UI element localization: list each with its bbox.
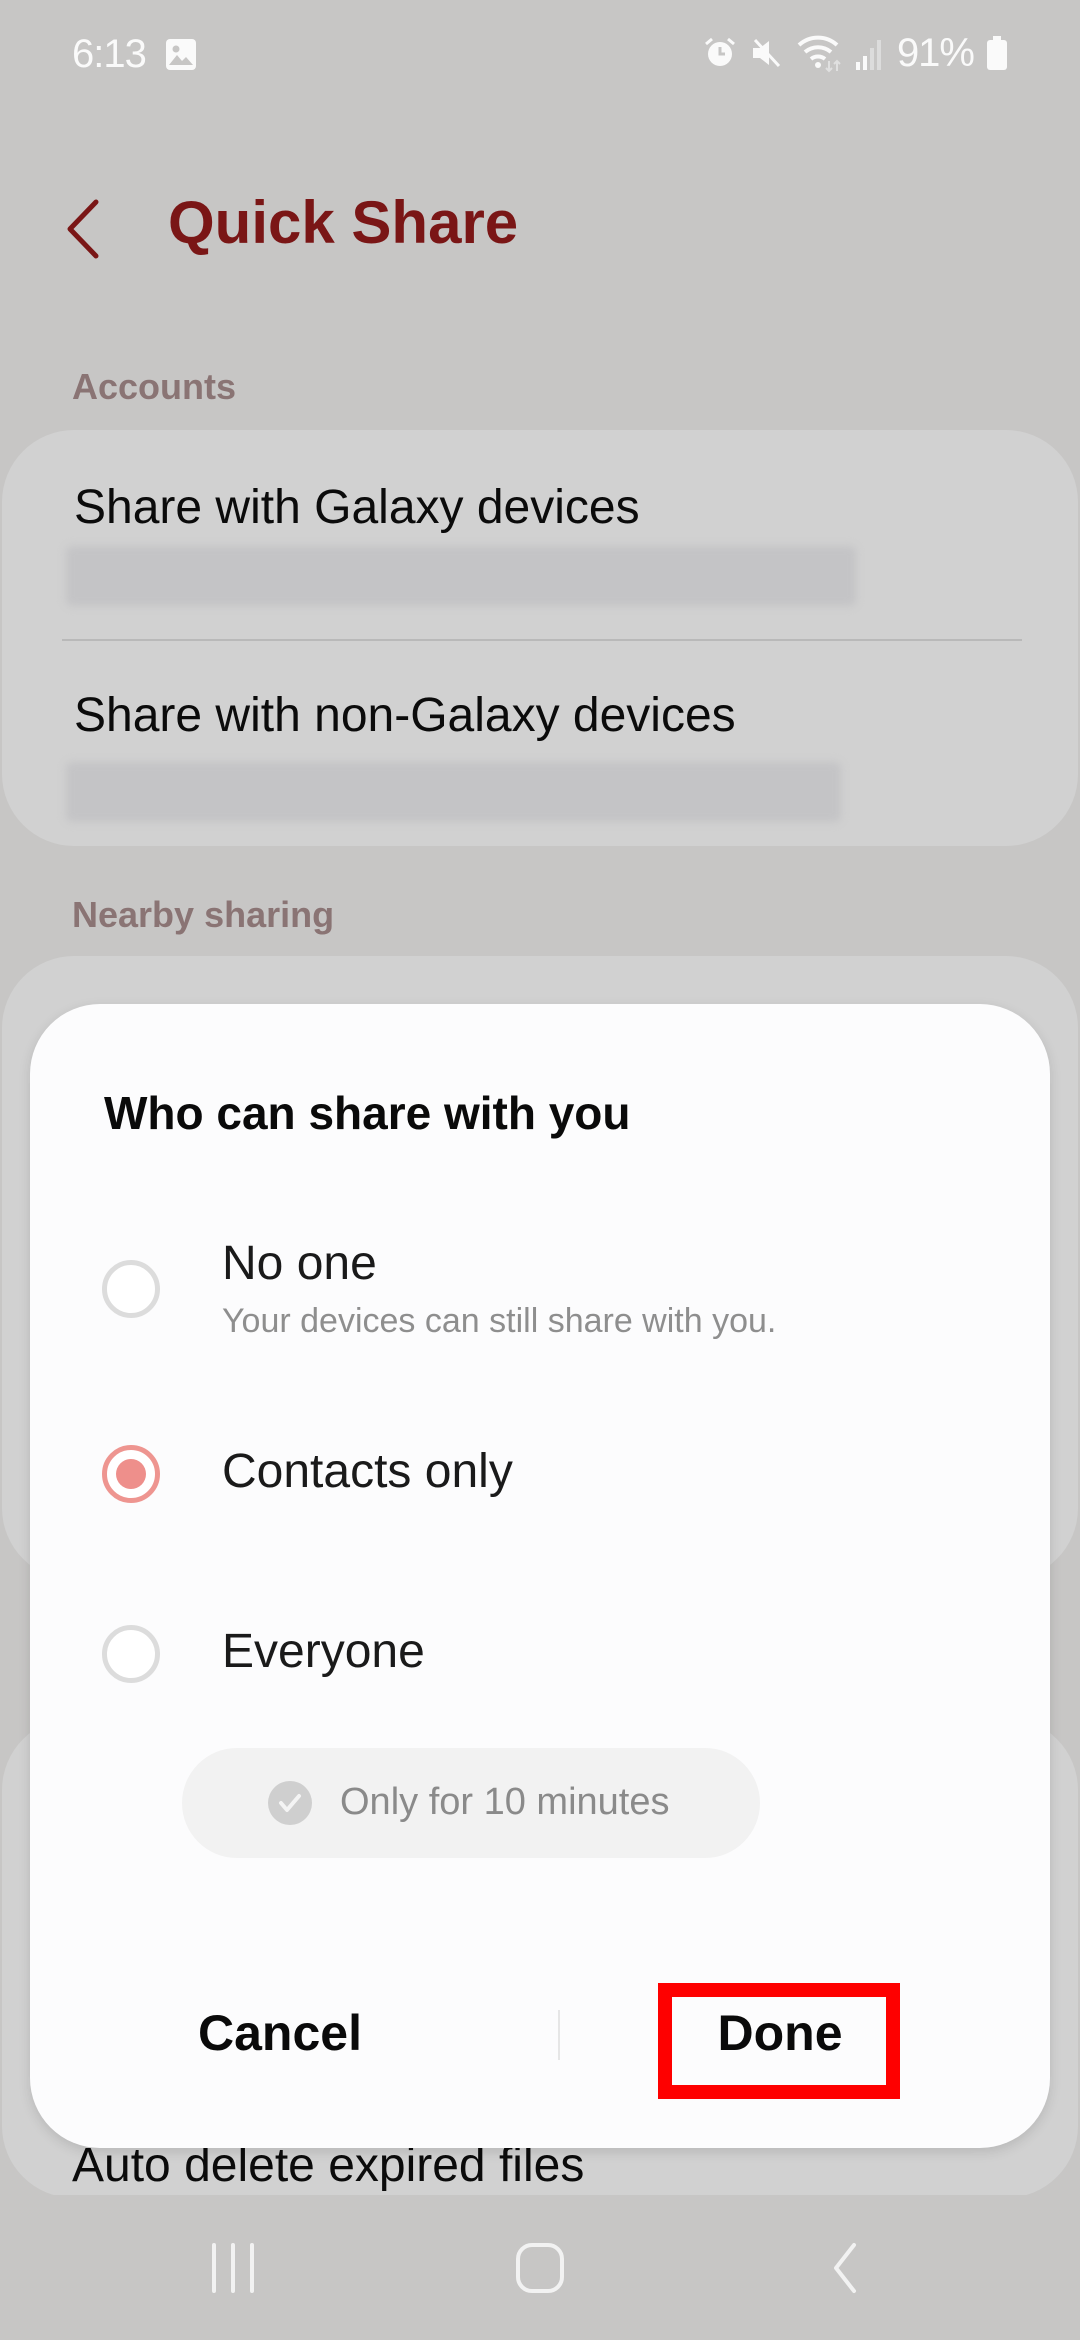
recents-button[interactable] [208, 2241, 258, 2295]
status-bar: 6:13 91% [0, 0, 1080, 110]
home-icon [516, 2243, 564, 2293]
option-description: Your devices can still share with you. [222, 1302, 777, 1340]
divider [62, 639, 1022, 641]
list-item-non-galaxy[interactable]: Share with non-Galaxy devices [2, 642, 1078, 846]
timer-option-chip[interactable]: Only for 10 minutes [182, 1748, 760, 1858]
wifi-icon [795, 33, 843, 73]
who-can-share-dialog: Who can share with you No one Your devic… [30, 1004, 1050, 2148]
radio-button[interactable] [102, 1625, 160, 1683]
option-contacts-only[interactable]: Contacts only [30, 1414, 1050, 1534]
navigation-bar [0, 2195, 1080, 2340]
battery-percent: 91% [896, 30, 975, 75]
radio-button-selected[interactable] [102, 1445, 160, 1503]
mute-icon [749, 36, 783, 70]
signal-icon [855, 36, 885, 70]
alarm-icon [703, 36, 737, 70]
page-title: Quick Share [168, 189, 519, 256]
option-label: No one [222, 1237, 377, 1290]
list-item-title: Share with Galaxy devices [74, 481, 640, 534]
chevron-left-icon [67, 199, 99, 259]
timer-option-label: Only for 10 minutes [340, 1781, 670, 1823]
gallery-icon [166, 39, 196, 70]
cancel-button[interactable]: Cancel [110, 1988, 450, 2078]
list-item-galaxy[interactable]: Share with Galaxy devices [2, 430, 1078, 640]
button-divider [558, 2010, 560, 2060]
radio-button[interactable] [102, 1260, 160, 1318]
back-button[interactable] [62, 196, 112, 262]
done-highlight-box [658, 1983, 900, 2099]
accounts-card: Share with Galaxy devices Share with non… [2, 430, 1078, 846]
home-button[interactable] [510, 2241, 570, 2295]
option-label: Everyone [222, 1625, 425, 1678]
redacted-subtitle [66, 762, 841, 822]
option-no-one[interactable]: No one Your devices can still share with… [30, 1210, 1050, 1360]
status-time: 6:13 [72, 32, 147, 76]
status-icons: 91% [703, 30, 1008, 76]
battery-icon [986, 36, 1008, 70]
option-label: Contacts only [222, 1445, 513, 1498]
section-label-nearby: Nearby sharing [72, 894, 335, 935]
option-everyone[interactable]: Everyone [30, 1594, 1050, 1714]
system-back-button[interactable] [820, 2241, 870, 2295]
recents-icon [212, 2243, 254, 2293]
back-icon [834, 2243, 856, 2293]
check-icon [268, 1781, 312, 1825]
section-label-accounts: Accounts [72, 366, 237, 407]
dialog-title: Who can share with you [104, 1087, 631, 1139]
list-item-title: Share with non-Galaxy devices [74, 689, 736, 742]
redacted-subtitle [66, 546, 856, 606]
